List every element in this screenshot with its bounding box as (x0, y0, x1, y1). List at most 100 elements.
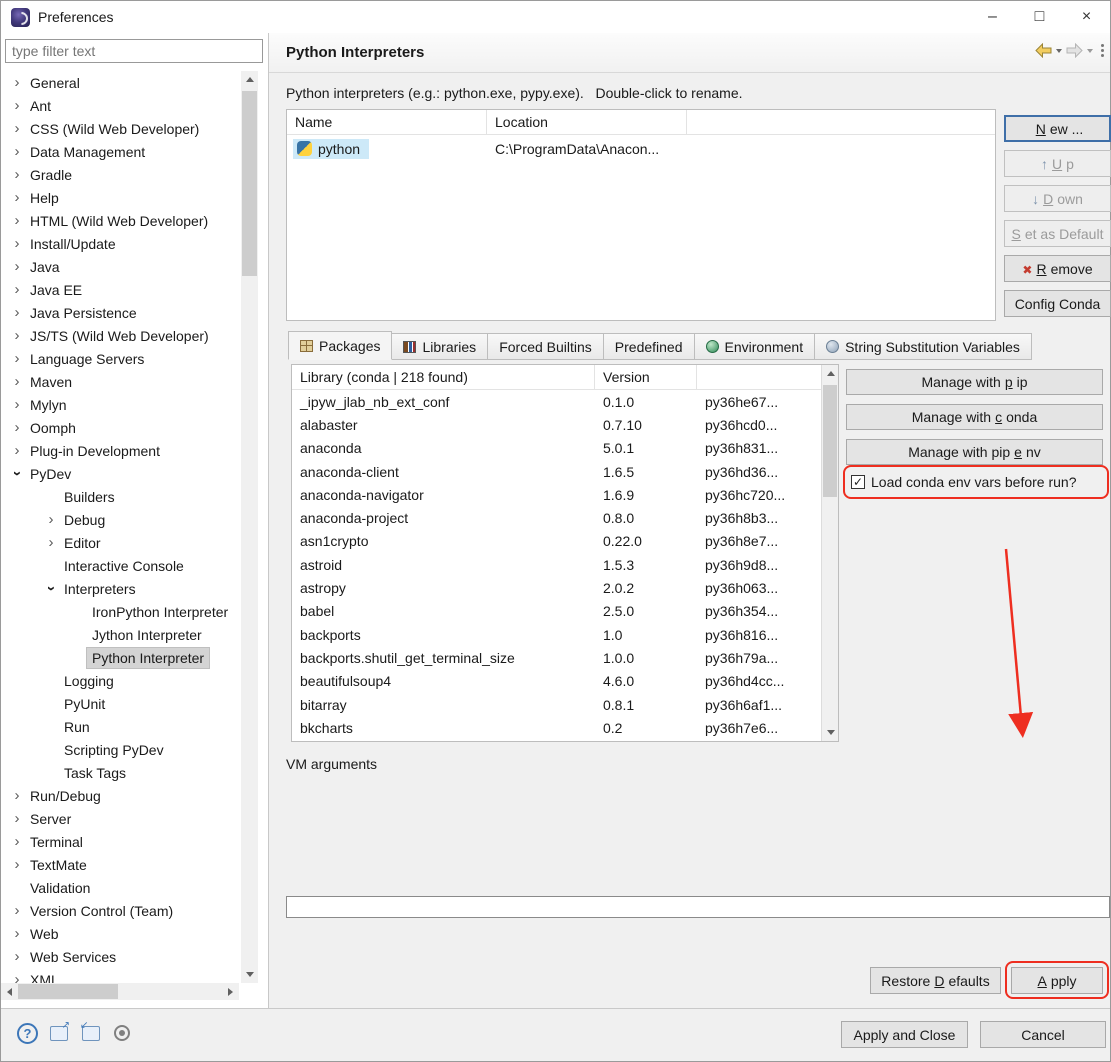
chevron-right-icon[interactable] (9, 903, 25, 918)
chevron-right-icon[interactable] (9, 397, 25, 412)
back-history-dropdown-icon[interactable] (1056, 48, 1062, 53)
sidebar-item-terminal[interactable]: Terminal (1, 830, 241, 853)
column-header-library[interactable]: Library (conda | 218 found) (292, 365, 595, 389)
chevron-right-icon[interactable] (9, 190, 25, 205)
config-conda-button[interactable]: Config Conda (1004, 290, 1111, 317)
sidebar-item-run-debug[interactable]: Run/Debug (1, 784, 241, 807)
package-row[interactable]: anaconda 5.0.1 py36h831... (292, 437, 821, 460)
package-row[interactable]: astroid 1.5.3 py36h9d8... (292, 553, 821, 576)
chevron-right-icon[interactable] (43, 535, 59, 550)
package-row[interactable]: anaconda-navigator 1.6.9 py36hc720... (292, 483, 821, 506)
chevron-right-icon[interactable] (43, 512, 59, 527)
scrollbar-thumb[interactable] (242, 91, 257, 276)
sidebar-item-java-ee[interactable]: Java EE (1, 278, 241, 301)
sidebar-item-ironpython-interpreter[interactable]: IronPython Interpreter (1, 600, 241, 623)
manage-with-pip-button[interactable]: Manage with p ip (846, 369, 1103, 395)
export-preferences-icon[interactable] (50, 1020, 70, 1041)
tab-forced-builtins[interactable]: Forced Builtins (488, 333, 604, 360)
sidebar-item-java[interactable]: Java (1, 255, 241, 278)
maximize-button[interactable]: □ (1016, 1, 1063, 33)
package-row[interactable]: babel 2.5.0 py36h354... (292, 600, 821, 623)
sidebar-item-logging[interactable]: Logging (1, 669, 241, 692)
cancel-button[interactable]: Cancel (980, 1021, 1106, 1048)
filter-input[interactable] (5, 39, 263, 63)
sidebar-item-interactive-console[interactable]: Interactive Console (1, 554, 241, 577)
sidebar-item-xml[interactable]: XML (1, 968, 241, 984)
package-row[interactable]: astropy 2.0.2 py36h063... (292, 576, 821, 599)
package-row[interactable]: _ipyw_jlab_nb_ext_conf 0.1.0 py36he67... (292, 390, 821, 413)
restore-defaults-button[interactable]: Restore Defaults (870, 967, 1001, 994)
sidebar-item-oomph[interactable]: Oomph (1, 416, 241, 439)
chevron-down-icon[interactable] (43, 581, 59, 596)
scrollbar-thumb[interactable] (18, 984, 118, 999)
sidebar-item-version-control-team[interactable]: Version Control (Team) (1, 899, 241, 922)
chevron-right-icon[interactable] (9, 328, 25, 343)
forward-history-dropdown-icon[interactable] (1087, 48, 1093, 53)
column-header-version[interactable]: Version (595, 365, 697, 389)
tab-packages[interactable]: Packages (288, 331, 393, 360)
chevron-down-icon[interactable] (9, 466, 25, 481)
chevron-right-icon[interactable] (9, 926, 25, 941)
sidebar-item-pydev[interactable]: PyDev (1, 462, 241, 485)
load-conda-env-vars-option[interactable]: ✓ Load conda env vars before run? (851, 472, 1076, 492)
package-row[interactable]: bitarray 0.8.1 py36h6af1... (292, 693, 821, 716)
package-row[interactable]: backports 1.0 py36h816... (292, 623, 821, 646)
tree-vertical-scrollbar[interactable] (241, 71, 258, 983)
chevron-right-icon[interactable] (9, 98, 25, 113)
sidebar-item-maven[interactable]: Maven (1, 370, 241, 393)
sidebar-item-js-ts[interactable]: JS/TS (Wild Web Developer) (1, 324, 241, 347)
sidebar-item-editor[interactable]: Editor (1, 531, 241, 554)
sidebar-item-java-persistence[interactable]: Java Persistence (1, 301, 241, 324)
sidebar-item-textmate[interactable]: TextMate (1, 853, 241, 876)
sidebar-item-validation[interactable]: Validation (1, 876, 241, 899)
tab-libraries[interactable]: Libraries (392, 333, 489, 360)
interpreter-row[interactable]: python C:\ProgramData\Anacon... (287, 135, 995, 162)
package-row[interactable]: alabaster 0.7.10 py36hcd0... (292, 413, 821, 436)
scroll-down-icon[interactable] (822, 724, 839, 741)
tab-predefined[interactable]: Predefined (603, 333, 695, 360)
chevron-right-icon[interactable] (9, 351, 25, 366)
chevron-right-icon[interactable] (9, 213, 25, 228)
sidebar-item-data-management[interactable]: Data Management (1, 140, 241, 163)
tree-horizontal-scrollbar[interactable] (1, 983, 239, 1000)
package-row[interactable]: asn1crypto 0.22.0 py36h8e7... (292, 530, 821, 553)
package-row[interactable]: anaconda-project 0.8.0 py36h8b3... (292, 506, 821, 529)
sidebar-item-ant[interactable]: Ant (1, 94, 241, 117)
chevron-right-icon[interactable] (9, 443, 25, 458)
manage-with-conda-button[interactable]: Manage with c onda (846, 404, 1103, 430)
minimize-button[interactable]: – (969, 1, 1016, 33)
chevron-right-icon[interactable] (9, 811, 25, 826)
chevron-right-icon[interactable] (9, 282, 25, 297)
sidebar-item-run[interactable]: Run (1, 715, 241, 738)
package-row[interactable]: backports.shutil_get_terminal_size 1.0.0 p… (292, 646, 821, 669)
package-row[interactable]: beautifulsoup4 4.6.0 py36hd4cc... (292, 670, 821, 693)
sidebar-item-interpreters[interactable]: Interpreters (1, 577, 241, 600)
chevron-right-icon[interactable] (9, 374, 25, 389)
view-menu-icon[interactable] (1101, 44, 1104, 57)
chevron-right-icon[interactable] (9, 305, 25, 320)
sidebar-item-css[interactable]: CSS (Wild Web Developer) (1, 117, 241, 140)
sidebar-item-builders[interactable]: Builders (1, 485, 241, 508)
sidebar-item-install-update[interactable]: Install/Update (1, 232, 241, 255)
chevron-right-icon[interactable] (9, 857, 25, 872)
sidebar-item-help[interactable]: Help (1, 186, 241, 209)
column-header-location[interactable]: Location (487, 110, 687, 134)
back-icon[interactable] (1035, 43, 1052, 58)
down-button[interactable]: Down (1004, 185, 1111, 212)
scroll-up-icon[interactable] (822, 365, 839, 382)
sidebar-item-scripting-pydev[interactable]: Scripting PyDev (1, 738, 241, 761)
apply-and-close-button[interactable]: Apply and Close (841, 1021, 968, 1048)
sidebar-item-html[interactable]: HTML (Wild Web Developer) (1, 209, 241, 232)
sidebar-item-plug-in-development[interactable]: Plug-in Development (1, 439, 241, 462)
chevron-right-icon[interactable] (9, 420, 25, 435)
sidebar-item-gradle[interactable]: Gradle (1, 163, 241, 186)
package-row[interactable]: anaconda-client 1.6.5 py36hd36... (292, 460, 821, 483)
sidebar-item-web-services[interactable]: Web Services (1, 945, 241, 968)
remove-button[interactable]: Remove (1004, 255, 1111, 282)
scroll-up-icon[interactable] (241, 71, 258, 88)
tab-string-substitution-variables[interactable]: String Substitution Variables (815, 333, 1032, 360)
apply-button[interactable]: Apply (1011, 967, 1103, 994)
sidebar-item-server[interactable]: Server (1, 807, 241, 830)
chevron-right-icon[interactable] (9, 834, 25, 849)
packages-vertical-scrollbar[interactable] (821, 365, 838, 741)
